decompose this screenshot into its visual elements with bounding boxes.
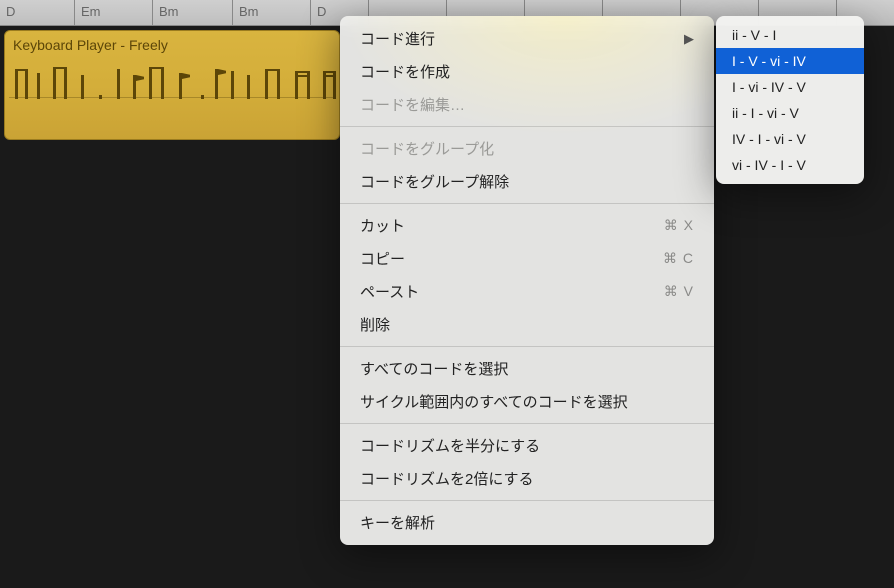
menu-item-ungroup-chords[interactable]: コードをグループ解除 [340,165,714,198]
menu-item-create-chord[interactable]: コードを作成 [340,55,714,88]
menu-item-chord-progression[interactable]: コード進行 ▶ [340,22,714,55]
menu-separator [340,203,714,204]
progression-option[interactable]: IV - I - vi - V [716,126,864,152]
submenu-arrow-icon: ▶ [684,31,694,47]
shortcut-label: ⌘ C [663,250,694,267]
menu-separator [340,126,714,127]
region-title: Keyboard Player - Freely [5,31,339,57]
menu-separator [340,500,714,501]
chord-label: Em [81,4,101,19]
menu-label: コピー [360,248,405,269]
menu-item-double-chord-rhythm[interactable]: コードリズムを2倍にする [340,462,714,495]
chord-label: D [317,4,326,19]
chord-cell[interactable]: Bm [232,0,310,25]
chord-cell[interactable]: D [0,0,74,25]
chord-cell[interactable]: Em [74,0,152,25]
menu-label: コードをグループ化 [360,138,494,159]
progression-label: ii - I - vi - V [732,105,799,121]
chord-label: Bm [159,4,179,19]
menu-label: カット [360,215,405,236]
menu-separator [340,423,714,424]
progression-label: IV - I - vi - V [732,131,806,147]
menu-item-analyze-key[interactable]: キーを解析 [340,506,714,539]
shortcut-label: ⌘ V [664,283,694,300]
chord-label: D [6,4,15,19]
menu-item-cut[interactable]: カット ⌘ X [340,209,714,242]
menu-label: コードを作成 [360,61,450,82]
menu-label: コードリズムを2倍にする [360,468,534,489]
menu-item-group-chords: コードをグループ化 [340,132,714,165]
chord-label: Bm [239,4,259,19]
menu-label: すべてのコードを選択 [360,358,508,379]
chord-cell[interactable]: Bm [152,0,232,25]
menu-label: コード進行 [360,28,435,49]
region-midi-content [9,57,335,127]
progression-option[interactable]: ii - I - vi - V [716,100,864,126]
menu-label: ペースト [360,281,419,302]
menu-separator [340,346,714,347]
menu-label: 削除 [360,314,390,335]
menu-label: サイクル範囲内のすべてのコードを選択 [360,391,628,412]
menu-item-edit-chord: コードを編集… [340,88,714,121]
menu-item-paste[interactable]: ペースト ⌘ V [340,275,714,308]
menu-item-copy[interactable]: コピー ⌘ C [340,242,714,275]
chord-context-menu: コード進行 ▶ コードを作成 コードを編集… コードをグループ化 コードをグルー… [340,16,714,545]
progression-label: I - vi - IV - V [732,79,806,95]
menu-item-select-chords-in-cycle[interactable]: サイクル範囲内のすべてのコードを選択 [340,385,714,418]
progression-option[interactable]: I - vi - IV - V [716,74,864,100]
menu-item-halve-chord-rhythm[interactable]: コードリズムを半分にする [340,429,714,462]
progression-option[interactable]: I - V - vi - IV [716,48,864,74]
chord-progression-submenu: ii - V - I I - V - vi - IV I - vi - IV -… [716,16,864,184]
progression-option[interactable]: vi - IV - I - V [716,152,864,178]
progression-label: vi - IV - I - V [732,157,806,173]
menu-label: コードをグループ解除 [360,171,509,192]
menu-label: コードを編集… [360,94,465,115]
progression-label: I - V - vi - IV [732,53,806,69]
menu-item-delete[interactable]: 削除 [340,308,714,341]
midi-region[interactable]: Keyboard Player - Freely [4,30,340,140]
menu-label: キーを解析 [360,512,435,533]
menu-label: コードリズムを半分にする [360,435,540,456]
shortcut-label: ⌘ X [664,217,694,234]
progression-label: ii - V - I [732,27,776,43]
menu-item-select-all-chords[interactable]: すべてのコードを選択 [340,352,714,385]
progression-option[interactable]: ii - V - I [716,22,864,48]
